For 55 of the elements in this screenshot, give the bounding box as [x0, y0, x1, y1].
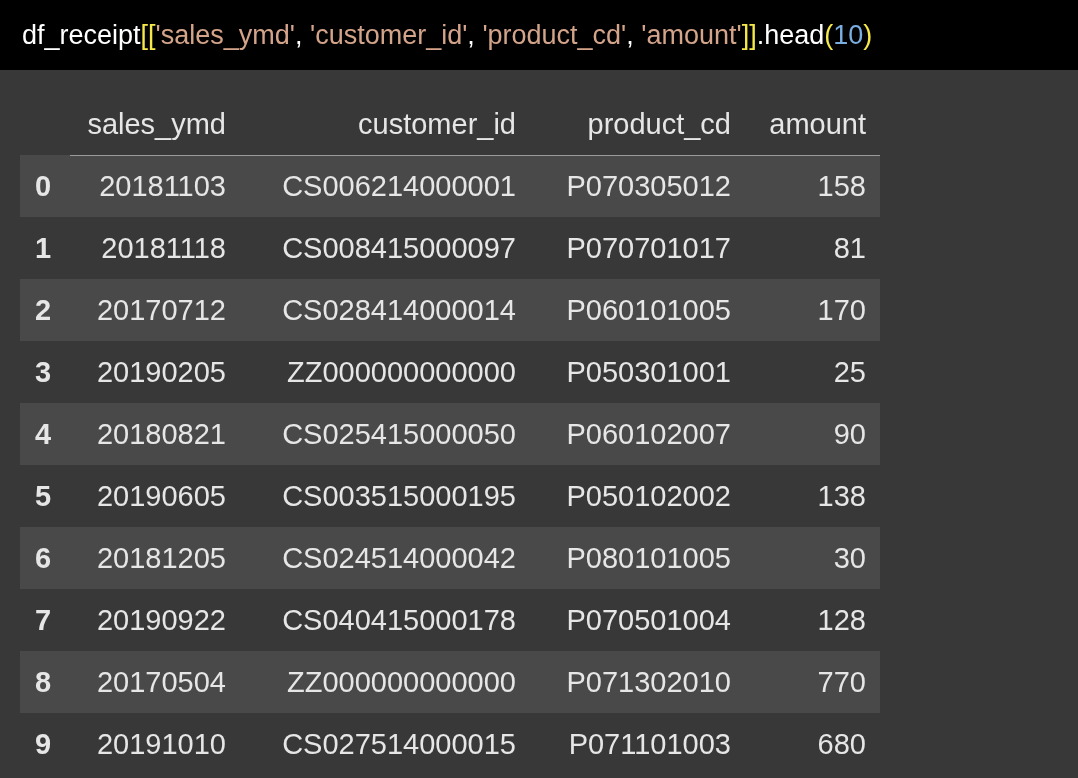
table-cell: 128 — [745, 589, 880, 651]
row-index: 9 — [20, 713, 70, 775]
table-cell: 20190605 — [70, 465, 240, 527]
table-cell: P071302010 — [530, 651, 745, 713]
table-cell: 90 — [745, 403, 880, 465]
table-cell: CS040415000178 — [240, 589, 530, 651]
table-cell: CS024514000042 — [240, 527, 530, 589]
table-cell: CS008415000097 — [240, 217, 530, 279]
table-cell: ZZ000000000000 — [240, 341, 530, 403]
row-index: 4 — [20, 403, 70, 465]
column-header: amount — [745, 95, 880, 155]
table-cell: CS006214000001 — [240, 155, 530, 217]
row-index: 7 — [20, 589, 70, 651]
table-cell: 20190205 — [70, 341, 240, 403]
row-index: 2 — [20, 279, 70, 341]
table-cell: P060102007 — [530, 403, 745, 465]
column-header: product_cd — [530, 95, 745, 155]
table-cell: P050301001 — [530, 341, 745, 403]
table-cell: P070501004 — [530, 589, 745, 651]
row-index: 8 — [20, 651, 70, 713]
table-cell: 20191010 — [70, 713, 240, 775]
table-cell: P070701017 — [530, 217, 745, 279]
table-cell: 158 — [745, 155, 880, 217]
table-cell: 170 — [745, 279, 880, 341]
table-cell: ZZ000000000000 — [240, 651, 530, 713]
table-cell: 20170712 — [70, 279, 240, 341]
table-cell: 20181205 — [70, 527, 240, 589]
table-cell: 20181103 — [70, 155, 240, 217]
table-cell: CS027514000015 — [240, 713, 530, 775]
table-cell: P080101005 — [530, 527, 745, 589]
table-cell: P050102002 — [530, 465, 745, 527]
table-cell: 138 — [745, 465, 880, 527]
table-cell: CS028414000014 — [240, 279, 530, 341]
table-cell: 81 — [745, 217, 880, 279]
table-cell: 20170504 — [70, 651, 240, 713]
table-cell: 20190922 — [70, 589, 240, 651]
table-cell: P070305012 — [530, 155, 745, 217]
row-index: 5 — [20, 465, 70, 527]
table-cell: 680 — [745, 713, 880, 775]
table-cell: CS003515000195 — [240, 465, 530, 527]
table-cell: P060101005 — [530, 279, 745, 341]
row-index: 3 — [20, 341, 70, 403]
row-index: 6 — [20, 527, 70, 589]
table-cell: CS025415000050 — [240, 403, 530, 465]
table-cell: 30 — [745, 527, 880, 589]
column-header: customer_id — [240, 95, 530, 155]
row-index: 0 — [20, 155, 70, 217]
table-cell: P071101003 — [530, 713, 745, 775]
table-cell: 20181118 — [70, 217, 240, 279]
column-header: sales_ymd — [70, 95, 240, 155]
table-cell: 25 — [745, 341, 880, 403]
table-cell: 770 — [745, 651, 880, 713]
table-cell: 20180821 — [70, 403, 240, 465]
row-index: 1 — [20, 217, 70, 279]
code-line: df_receipt[['sales_ymd', 'customer_id', 'product_cd', 'amount']].head(10) — [22, 19, 873, 51]
